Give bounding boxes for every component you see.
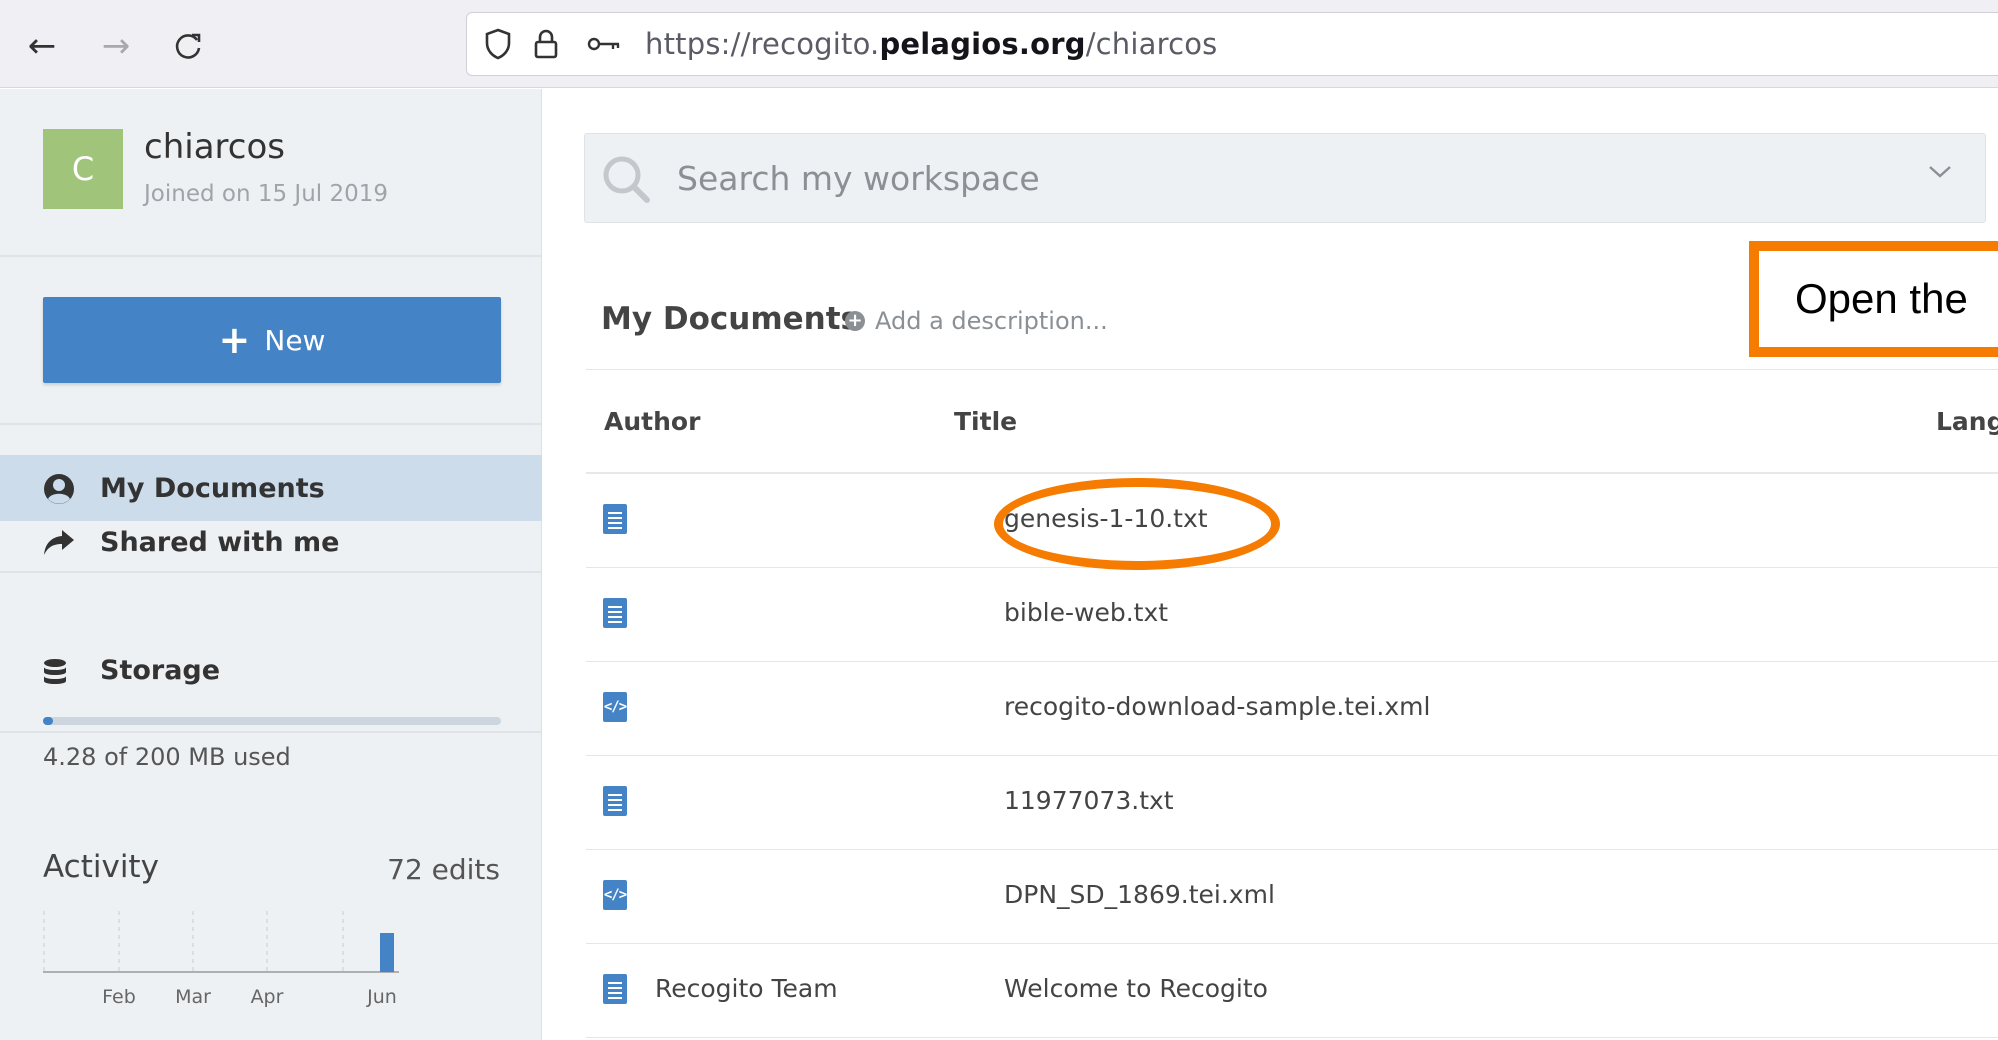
sidebar-divider bbox=[0, 255, 542, 257]
row-title[interactable]: recogito-download-sample.tei.xml bbox=[1004, 692, 1430, 721]
row-author: Recogito Team bbox=[655, 974, 838, 1003]
reload-icon[interactable] bbox=[168, 26, 208, 66]
row-title[interactable]: 11977073.txt bbox=[1004, 786, 1174, 815]
search-input[interactable] bbox=[677, 148, 1877, 208]
url-domain: pelagios.org bbox=[879, 27, 1086, 61]
activity-bar bbox=[380, 933, 394, 972]
column-header-title[interactable]: Title bbox=[954, 407, 1017, 436]
sidebar-item-shared-with-me[interactable]: Shared with me bbox=[0, 509, 542, 575]
avatar-letter: C bbox=[71, 150, 95, 188]
storage-progress-fill bbox=[43, 717, 53, 725]
sidebar-divider bbox=[0, 423, 542, 425]
table-row[interactable]: </> DPN_SD_1869.tei.xml bbox=[586, 850, 1998, 944]
sidebar-divider bbox=[0, 731, 542, 733]
lock-icon[interactable] bbox=[529, 27, 563, 61]
storage-label: Storage bbox=[100, 655, 221, 686]
sidebar-divider bbox=[0, 571, 542, 573]
username[interactable]: chiarcos bbox=[144, 127, 285, 167]
xml-file-icon: </> bbox=[603, 880, 627, 910]
forward-arrow-icon[interactable]: → bbox=[96, 26, 136, 66]
search-icon bbox=[603, 156, 650, 203]
table-row[interactable]: genesis-1-10.txt bbox=[586, 474, 1998, 568]
database-icon bbox=[44, 659, 66, 684]
avatar[interactable]: C bbox=[43, 129, 123, 209]
activity-month-label: Feb bbox=[102, 986, 136, 1008]
url-path: /chiarcos bbox=[1085, 27, 1218, 61]
row-title[interactable]: bible-web.txt bbox=[1004, 598, 1168, 627]
text-file-icon bbox=[603, 598, 627, 628]
url-text[interactable]: https://recogito.pelagios.org/chiarcos bbox=[645, 27, 1218, 61]
instruction-callout: Open the bbox=[1749, 241, 1998, 357]
user-circle-icon bbox=[44, 474, 74, 504]
storage-usage-text: 4.28 of 200 MB used bbox=[43, 743, 291, 771]
add-description-label: Add a description... bbox=[875, 307, 1108, 335]
sidebar: C chiarcos Joined on 15 Jul 2019 + New M… bbox=[0, 89, 542, 1040]
plus-circle-icon: + bbox=[845, 311, 865, 331]
main-content: My Documents + Add a description... Open… bbox=[543, 89, 1998, 1040]
text-file-icon bbox=[603, 974, 627, 1004]
key-icon[interactable] bbox=[587, 27, 621, 61]
address-bar[interactable]: https://recogito.pelagios.org/chiarcos bbox=[466, 12, 1998, 76]
plus-icon: + bbox=[218, 318, 251, 362]
sidebar-item-label: My Documents bbox=[100, 472, 325, 504]
highlight-ellipse bbox=[994, 478, 1280, 570]
table-row[interactable]: </> recogito-download-sample.tei.xml bbox=[586, 662, 1998, 756]
table-row[interactable]: Recogito Team Welcome to Recogito bbox=[586, 944, 1998, 1038]
activity-month-label: Apr bbox=[251, 986, 284, 1008]
chevron-down-icon[interactable] bbox=[1927, 164, 1953, 180]
activity-month-label: Mar bbox=[175, 986, 211, 1008]
new-button[interactable]: + New bbox=[43, 297, 501, 383]
sidebar-item-label: Shared with me bbox=[100, 526, 340, 558]
share-arrow-icon bbox=[44, 530, 74, 555]
joined-date: Joined on 15 Jul 2019 bbox=[144, 181, 389, 207]
url-prefix: https://recogito. bbox=[645, 27, 880, 61]
column-header-author[interactable]: Author bbox=[604, 407, 700, 436]
activity-count: 72 edits bbox=[387, 853, 500, 886]
column-header-language[interactable]: Lang bbox=[1936, 407, 1998, 436]
callout-text: Open the bbox=[1795, 275, 1968, 322]
row-title[interactable]: Welcome to Recogito bbox=[1004, 974, 1268, 1003]
text-file-icon bbox=[603, 504, 627, 534]
text-file-icon bbox=[603, 786, 627, 816]
activity-chart: Feb Mar Apr Jun bbox=[43, 911, 399, 1008]
search-box[interactable] bbox=[584, 133, 1986, 223]
table-divider bbox=[586, 369, 1998, 370]
activity-month-label: Jun bbox=[366, 986, 397, 1008]
xml-file-icon: </> bbox=[603, 692, 627, 722]
row-title[interactable]: DPN_SD_1869.tei.xml bbox=[1004, 880, 1275, 909]
storage-progress-bar bbox=[43, 717, 501, 725]
activity-title: Activity bbox=[43, 849, 159, 885]
add-description-link[interactable]: + Add a description... bbox=[845, 307, 1108, 335]
shield-icon[interactable] bbox=[481, 27, 515, 61]
table-row[interactable]: bible-web.txt bbox=[586, 568, 1998, 662]
browser-toolbar: ← → https://recogito.pelagios.org/chiarc… bbox=[0, 0, 1998, 88]
table-row[interactable]: 11977073.txt bbox=[586, 756, 1998, 850]
back-arrow-icon[interactable]: ← bbox=[22, 26, 62, 66]
new-button-label: New bbox=[264, 323, 326, 357]
page-title: My Documents bbox=[601, 301, 859, 337]
